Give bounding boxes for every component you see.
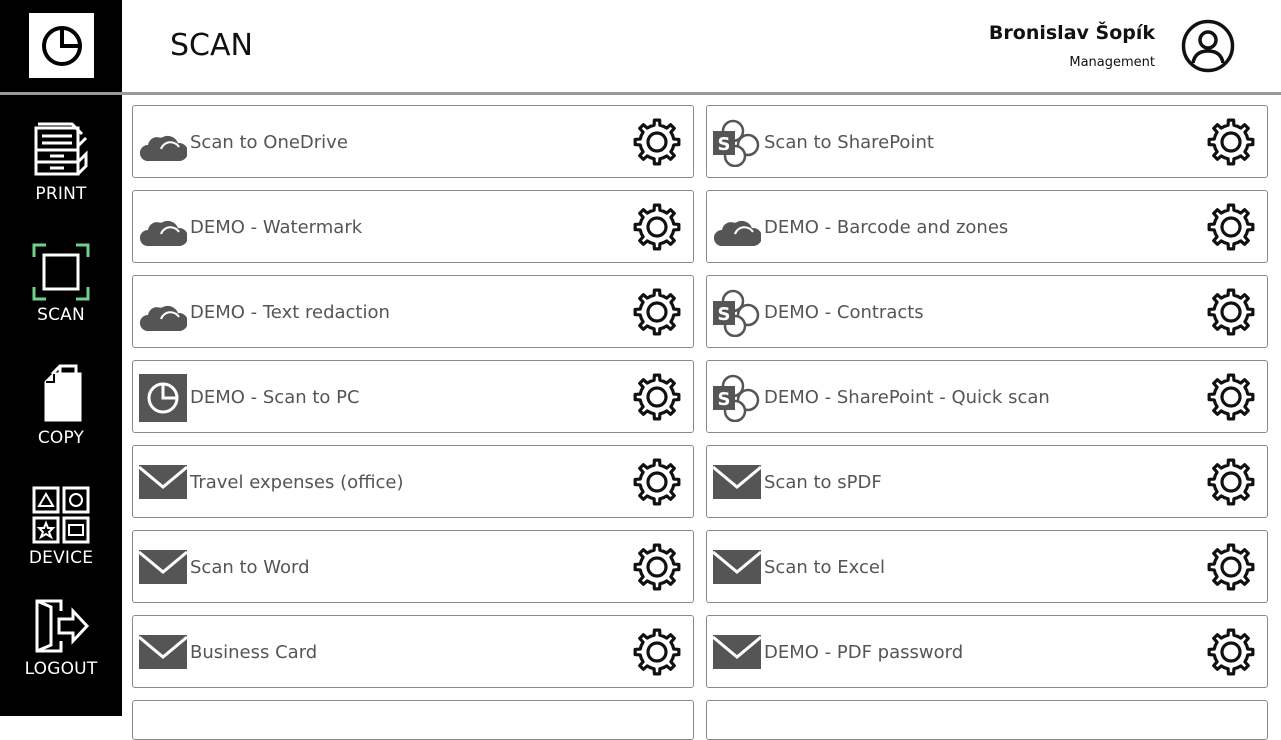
device-icon — [32, 486, 90, 544]
svg-text:S: S — [718, 134, 731, 155]
workflow-label: Travel expenses (office) — [190, 472, 404, 493]
app-logo — [29, 13, 94, 78]
cloud-icon — [139, 204, 188, 252]
gear-icon[interactable] — [633, 628, 681, 676]
workflow-label: DEMO - PDF password — [764, 642, 964, 663]
gear-icon[interactable] — [633, 118, 681, 166]
gear-icon[interactable] — [633, 458, 681, 506]
sidebar-item-label: SCAN — [37, 305, 85, 325]
mail-icon — [138, 629, 188, 677]
sidebar-item-copy[interactable]: COPY — [0, 364, 122, 448]
cloud-icon — [139, 289, 188, 337]
svg-text:S: S — [718, 304, 731, 325]
gear-icon[interactable] — [1207, 118, 1255, 166]
sidebar-item-label: COPY — [37, 428, 85, 448]
printer-icon — [34, 122, 88, 176]
workflow-label: Business Card — [190, 642, 318, 663]
sidebar-item-scan[interactable]: SCAN — [0, 243, 122, 325]
page-title: SCAN — [170, 28, 253, 63]
workflow-label: DEMO - Scan to PC — [190, 387, 360, 408]
workflow-label: DEMO - Contracts — [764, 302, 924, 323]
gear-icon[interactable] — [633, 203, 681, 251]
workflow-tile[interactable]: Scan to Excel — [706, 530, 1268, 603]
header-divider — [122, 92, 1281, 95]
header: SCAN Bronislav Šopík Management — [122, 0, 1281, 92]
logo-icon — [41, 25, 82, 66]
workflow-label: Scan to OneDrive — [190, 132, 348, 153]
user-role: Management — [1069, 55, 1155, 70]
workflow-tile[interactable]: Scan to sPDF — [706, 445, 1268, 518]
sidebar-item-logout[interactable]: LOGOUT — [0, 597, 122, 679]
gear-icon[interactable] — [633, 288, 681, 336]
workflow-tile[interactable]: Scan to Word — [132, 530, 694, 603]
workflow-tile[interactable]: S Scan to SharePoint — [706, 105, 1268, 178]
mail-icon — [138, 459, 188, 507]
workflow-tile[interactable]: DEMO - PDF password — [706, 615, 1268, 688]
cloud-icon — [139, 119, 188, 167]
sharepoint-icon: S — [713, 119, 761, 168]
sidebar-item-label: DEVICE — [28, 548, 94, 568]
gear-icon[interactable] — [1207, 458, 1255, 506]
sidebar: PRINT SCAN COPY DEVICE LOGOUT — [0, 0, 122, 716]
workflow-tile-partial[interactable] — [706, 700, 1268, 740]
gear-icon[interactable] — [1207, 543, 1255, 591]
sidebar-item-device[interactable]: DEVICE — [0, 486, 122, 568]
scan-icon — [32, 243, 90, 301]
sidebar-item-label: PRINT — [35, 184, 87, 204]
workflow-tile[interactable]: Travel expenses (office) — [132, 445, 694, 518]
gear-icon[interactable] — [633, 543, 681, 591]
mail-icon — [712, 629, 762, 677]
workflow-tile[interactable]: DEMO - Scan to PC — [132, 360, 694, 433]
mail-icon — [712, 459, 762, 507]
workflow-label: Scan to Excel — [764, 557, 885, 578]
mail-icon — [712, 544, 762, 592]
pc-icon — [139, 374, 187, 422]
workflow-tile[interactable]: S DEMO - SharePoint - Quick scan — [706, 360, 1268, 433]
workflow-label: DEMO - Barcode and zones — [764, 217, 1009, 238]
sidebar-item-print[interactable]: PRINT — [0, 120, 122, 204]
gear-icon[interactable] — [1207, 203, 1255, 251]
gear-icon[interactable] — [1207, 373, 1255, 421]
user-avatar-icon[interactable] — [1181, 19, 1235, 73]
workflow-tile[interactable]: DEMO - Text redaction — [132, 275, 694, 348]
mail-icon — [138, 544, 188, 592]
sharepoint-icon: S — [713, 374, 761, 423]
workflow-label: Scan to Word — [190, 557, 310, 578]
workflow-label: DEMO - Watermark — [190, 217, 363, 238]
gear-icon[interactable] — [1207, 288, 1255, 336]
sidebar-item-label: LOGOUT — [24, 659, 98, 679]
workflow-label: DEMO - Text redaction — [190, 302, 390, 323]
workflow-tile[interactable]: DEMO - Watermark — [132, 190, 694, 263]
workflow-label: DEMO - SharePoint - Quick scan — [764, 387, 1050, 408]
workflow-tile[interactable]: DEMO - Barcode and zones — [706, 190, 1268, 263]
sidebar-divider — [0, 92, 122, 95]
workflow-label: Scan to sPDF — [764, 472, 882, 493]
workflow-tile[interactable]: S DEMO - Contracts — [706, 275, 1268, 348]
gear-icon[interactable] — [633, 373, 681, 421]
workflow-tile[interactable]: Business Card — [132, 615, 694, 688]
gear-icon[interactable] — [1207, 628, 1255, 676]
workflow-tile[interactable]: Scan to OneDrive — [132, 105, 694, 178]
copy-icon — [44, 364, 82, 422]
workflow-tile-partial[interactable] — [132, 700, 694, 740]
logout-icon — [35, 599, 90, 653]
sharepoint-icon: S — [713, 289, 761, 338]
cloud-icon — [713, 204, 762, 252]
svg-text:S: S — [718, 389, 731, 410]
workflow-label: Scan to SharePoint — [764, 132, 934, 153]
user-name: Bronislav Šopík — [988, 22, 1155, 44]
